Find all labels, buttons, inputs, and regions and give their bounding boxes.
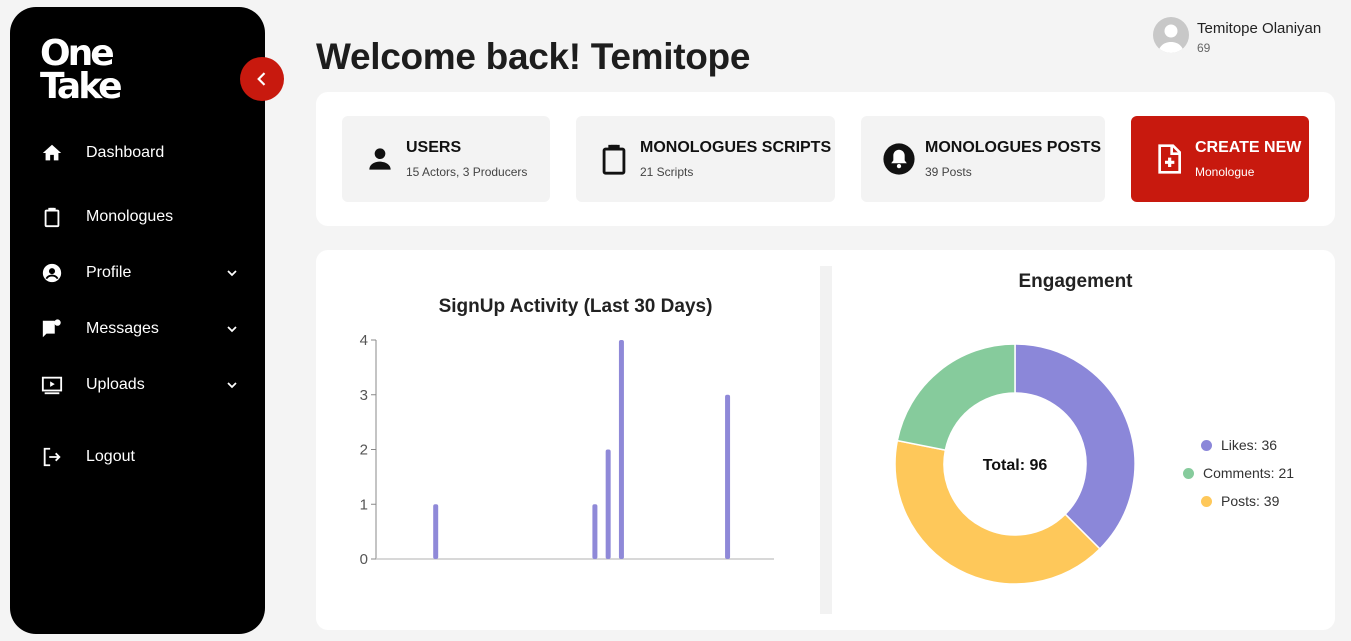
legend-label: Comments: 21: [1203, 465, 1295, 481]
signup-chart-title: SignUp Activity (Last 30 Days): [438, 296, 713, 317]
stat-subtitle: 15 Actors, 3 Producers: [406, 165, 528, 179]
engagement-chart-title: Engagement: [1018, 271, 1133, 292]
stat-title: USERS: [406, 139, 462, 156]
account-circle-icon: [40, 261, 64, 285]
video-play-icon: [40, 373, 64, 397]
legend-dot: [1201, 495, 1212, 507]
chevron-left-icon: [257, 72, 266, 86]
bell-icon: [881, 141, 917, 177]
donut-slice[interactable]: [1014, 343, 1136, 550]
stat-subtitle: 39 Posts: [925, 165, 972, 179]
sidebar-item-label: Dashboard: [86, 144, 165, 161]
logout-icon: [40, 445, 64, 469]
stat-title: MONOLOGUES SCRIPTS: [640, 139, 832, 156]
home-icon: [40, 141, 64, 165]
y-tick-label: 1: [360, 496, 368, 513]
engagement-donut-chart: Total: 96: [894, 343, 1136, 585]
sidebar-item-uploads[interactable]: Uploads: [40, 370, 240, 400]
sidebar-item-label: Profile: [86, 264, 132, 281]
sidebar-item-label: Logout: [86, 448, 135, 465]
avatar: [1153, 17, 1189, 53]
signup-bar[interactable]: [618, 340, 624, 559]
stat-subtitle: 21 Scripts: [640, 165, 694, 179]
user-name: Temitope Olaniyan: [1197, 20, 1322, 37]
y-tick-label: 4: [360, 332, 368, 349]
chat-bubble-icon: [40, 317, 64, 341]
donut-center-label: Total: 96: [983, 457, 1048, 474]
sidebar-item-label: Monologues: [86, 208, 174, 225]
y-tick-label: 3: [360, 387, 368, 404]
create-new-monologue-button[interactable]: CREATE NEW Monologue: [1131, 116, 1309, 202]
user-avatar-icon: [1158, 24, 1184, 53]
donut-slice[interactable]: [896, 343, 1016, 452]
chevron-down-icon[interactable]: [224, 265, 240, 281]
signup-activity-chart: 0 1 2 3 4: [360, 332, 774, 568]
engagement-legend: Likes: 36 Comments: 21 Posts: 39: [1183, 431, 1294, 515]
sidebar-item-dashboard[interactable]: Dashboard: [40, 138, 240, 168]
stat-title: MONOLOGUES POSTS: [925, 139, 1102, 156]
legend-dot: [1201, 439, 1212, 451]
legend-item-likes: Likes: 36: [1183, 431, 1294, 459]
logo-line-2: Take: [40, 66, 123, 107]
sidebar-item-messages[interactable]: Messages: [40, 314, 240, 344]
chevron-down-icon[interactable]: [224, 377, 240, 393]
chevron-down-icon[interactable]: [224, 321, 240, 337]
person-icon: [362, 141, 398, 177]
legend-dot: [1183, 467, 1194, 479]
app-logo[interactable]: One Take: [40, 36, 140, 107]
sidebar: One Take Dashboard Monologues Profile Me…: [10, 7, 265, 634]
stat-title: CREATE NEW: [1195, 139, 1302, 156]
clipboard-icon: [40, 205, 64, 229]
stats-panel: USERS 15 Actors, 3 Producers MONOLOGUES …: [316, 92, 1335, 226]
clipboard-icon: [596, 141, 632, 177]
stat-subtitle: Monologue: [1195, 165, 1255, 179]
file-add-icon: [1151, 141, 1187, 177]
signup-bar[interactable]: [592, 504, 598, 559]
signup-bar[interactable]: [433, 504, 439, 559]
panel-divider: [820, 266, 832, 614]
page-title: Welcome back! Temitope: [316, 36, 751, 77]
signup-bar[interactable]: [605, 449, 611, 560]
sidebar-item-logout[interactable]: Logout: [40, 442, 240, 472]
legend-label: Posts: 39: [1221, 493, 1280, 509]
legend-label: Likes: 36: [1221, 437, 1278, 453]
charts-panel: SignUp Activity (Last 30 Days) 0 1 2 3 4 Eng…: [316, 250, 1335, 630]
signup-bar[interactable]: [725, 394, 731, 559]
sidebar-item-label: Uploads: [86, 376, 145, 393]
y-tick-label: 2: [360, 442, 368, 459]
sidebar-item-profile[interactable]: Profile: [40, 258, 240, 288]
stat-card-users[interactable]: USERS 15 Actors, 3 Producers: [342, 116, 550, 202]
legend-item-posts: Posts: 39: [1183, 487, 1294, 515]
sidebar-item-label: Messages: [86, 320, 159, 337]
stat-card-monologue-posts[interactable]: MONOLOGUES POSTS 39 Posts: [861, 116, 1105, 202]
legend-item-comments: Comments: 21: [1183, 459, 1294, 487]
collapse-sidebar-button[interactable]: [240, 57, 284, 101]
stat-card-monologue-scripts[interactable]: MONOLOGUES SCRIPTS 21 Scripts: [576, 116, 835, 202]
user-profile-menu[interactable]: Temitope Olaniyan 69: [1153, 17, 1321, 55]
user-subtitle: 69: [1197, 41, 1211, 55]
sidebar-item-monologues[interactable]: Monologues: [40, 202, 240, 232]
y-tick-label: 0: [360, 551, 368, 568]
